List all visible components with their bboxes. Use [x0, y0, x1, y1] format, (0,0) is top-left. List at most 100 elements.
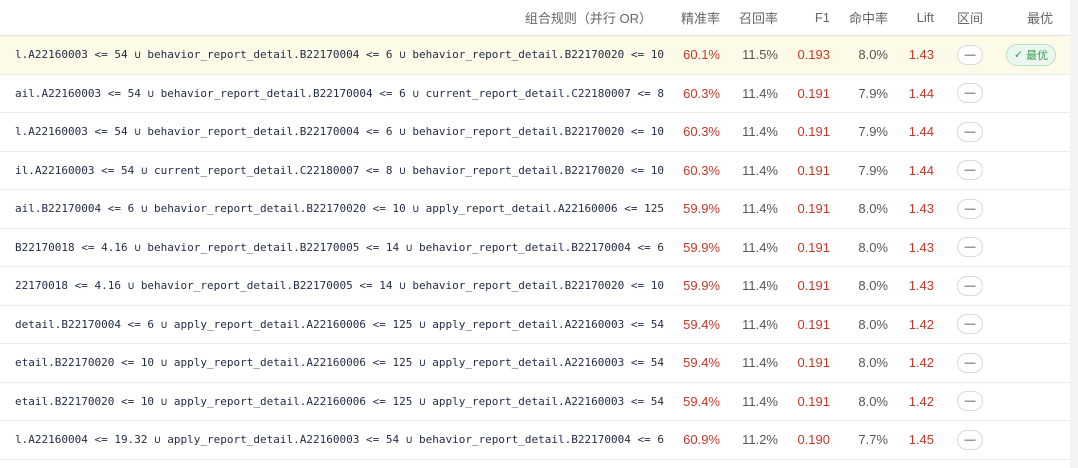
range-button[interactable]: —: [957, 391, 983, 412]
header-precision: 精准率: [680, 11, 720, 26]
table-row[interactable]: detail.B22170004 <= 6 ∪ apply_report_det…: [0, 306, 1078, 344]
table-row[interactable]: ail.A22160003 <= 54 ∪ behavior_report_de…: [0, 75, 1078, 113]
f1-cell: 0.191: [797, 316, 830, 332]
range-button[interactable]: —: [957, 83, 983, 104]
header-hit-rate: 命中率: [848, 11, 888, 26]
range-button[interactable]: —: [957, 160, 983, 181]
header-best: 最优: [1026, 11, 1053, 26]
table-row[interactable]: ail.B22170004 <= 6 ∪ behavior_report_det…: [0, 190, 1078, 229]
recall-cell: 11.4%: [742, 124, 778, 140]
best-badge: ✓ 最优: [1005, 43, 1057, 66]
best-cell: [996, 229, 1066, 267]
precision-cell: 59.9%: [683, 201, 720, 217]
rule-text: l.A22160004 <= 19.32 ∪ apply_report_deta…: [14, 433, 664, 447]
f1-cell: 0.191: [797, 162, 830, 178]
recall-cell: 11.2%: [742, 432, 778, 448]
range-cell: —: [950, 344, 990, 382]
precision-cell: 59.4%: [683, 316, 720, 332]
table-header: 组合规则（并行 OR） 精准率 召回率 F1 命中率 Lift 区间 最优: [0, 0, 1078, 36]
range-button[interactable]: —: [957, 44, 983, 65]
hit-rate-cell: 8.0%: [858, 239, 888, 255]
range-cell: —: [950, 383, 990, 421]
best-cell: [996, 190, 1066, 228]
table-body: l.A22160003 <= 54 ∪ behavior_report_deta…: [0, 36, 1078, 460]
rule-text: il.A22160003 <= 54 ∪ current_report_deta…: [14, 163, 664, 177]
lift-cell: 1.44: [908, 85, 934, 101]
table-row[interactable]: l.A22160003 <= 54 ∪ behavior_report_deta…: [0, 36, 1078, 75]
lift-cell: 1.42: [908, 393, 934, 409]
rule-text: l.A22160003 <= 54 ∪ behavior_report_deta…: [14, 48, 664, 62]
range-button[interactable]: —: [957, 237, 983, 258]
range-cell: —: [950, 421, 990, 459]
lift-cell: 1.43: [908, 278, 934, 294]
rules-table: 组合规则（并行 OR） 精准率 召回率 F1 命中率 Lift 区间 最优 l.…: [0, 0, 1078, 460]
best-cell: [996, 152, 1066, 190]
rule-cell: l.A22160003 <= 54 ∪ behavior_report_deta…: [0, 36, 664, 74]
best-cell: [996, 383, 1066, 421]
rule-text: B22170018 <= 4.16 ∪ behavior_report_deta…: [14, 240, 664, 254]
recall-cell: 11.4%: [742, 162, 778, 178]
rule-cell: etail.B22170020 <= 10 ∪ apply_report_det…: [0, 344, 664, 382]
hit-rate-cell: 8.0%: [858, 47, 888, 63]
precision-cell: 59.9%: [683, 239, 720, 255]
vertical-scrollbar[interactable]: [1070, 0, 1078, 468]
rule-cell: ail.B22170004 <= 6 ∪ behavior_report_det…: [0, 190, 664, 228]
hit-rate-cell: 7.7%: [858, 432, 888, 448]
precision-cell: 60.1%: [683, 47, 720, 63]
recall-cell: 11.4%: [742, 239, 778, 255]
rule-text: l.A22160003 <= 54 ∪ behavior_report_deta…: [14, 125, 664, 139]
precision-cell: 59.9%: [683, 278, 720, 294]
recall-cell: 11.4%: [742, 316, 778, 332]
table-row[interactable]: B22170018 <= 4.16 ∪ behavior_report_deta…: [0, 229, 1078, 267]
rule-cell: l.A22160004 <= 19.32 ∪ apply_report_deta…: [0, 421, 664, 459]
hit-rate-cell: 8.0%: [858, 316, 888, 332]
rule-text: detail.B22170004 <= 6 ∪ apply_report_det…: [14, 317, 664, 331]
precision-cell: 60.3%: [683, 85, 720, 101]
table-row[interactable]: 22170018 <= 4.16 ∪ behavior_report_detai…: [0, 267, 1078, 306]
range-cell: —: [950, 190, 990, 228]
f1-cell: 0.191: [797, 278, 830, 294]
range-cell: —: [950, 113, 990, 151]
range-button[interactable]: —: [957, 275, 983, 296]
f1-cell: 0.191: [797, 393, 830, 409]
best-cell: [996, 75, 1066, 113]
check-icon: ✓: [1013, 49, 1024, 62]
lift-cell: 1.42: [908, 316, 934, 332]
range-button[interactable]: —: [957, 429, 983, 450]
rule-text: 22170018 <= 4.16 ∪ behavior_report_detai…: [14, 279, 664, 293]
f1-cell: 0.190: [797, 432, 830, 448]
lift-cell: 1.43: [908, 47, 934, 63]
rule-cell: B22170018 <= 4.16 ∪ behavior_report_deta…: [0, 229, 664, 267]
lift-cell: 1.43: [908, 239, 934, 255]
lift-cell: 1.44: [908, 124, 934, 140]
range-button[interactable]: —: [957, 198, 983, 219]
best-cell: [996, 306, 1066, 344]
rule-cell: 22170018 <= 4.16 ∪ behavior_report_detai…: [0, 267, 664, 305]
range-button[interactable]: —: [957, 314, 983, 335]
header-f1: F1: [814, 10, 830, 25]
table-row[interactable]: l.A22160003 <= 54 ∪ behavior_report_deta…: [0, 113, 1078, 152]
hit-rate-cell: 8.0%: [858, 393, 888, 409]
precision-cell: 59.4%: [683, 355, 720, 371]
lift-cell: 1.44: [908, 162, 934, 178]
range-button[interactable]: —: [957, 121, 983, 142]
precision-cell: 59.4%: [683, 393, 720, 409]
table-row[interactable]: etail.B22170020 <= 10 ∪ apply_report_det…: [0, 383, 1078, 421]
table-row[interactable]: l.A22160004 <= 19.32 ∪ apply_report_deta…: [0, 421, 1078, 460]
range-cell: —: [950, 36, 990, 74]
best-cell: [996, 421, 1066, 459]
hit-rate-cell: 8.0%: [858, 201, 888, 217]
rule-cell: etail.B22170020 <= 10 ∪ apply_report_det…: [0, 383, 664, 421]
table-row[interactable]: etail.B22170020 <= 10 ∪ apply_report_det…: [0, 344, 1078, 383]
f1-cell: 0.191: [797, 355, 830, 371]
recall-cell: 11.4%: [742, 201, 778, 217]
f1-cell: 0.191: [797, 124, 830, 140]
rule-cell: il.A22160003 <= 54 ∪ current_report_deta…: [0, 152, 664, 190]
table-row[interactable]: il.A22160003 <= 54 ∪ current_report_deta…: [0, 152, 1078, 190]
lift-cell: 1.43: [908, 201, 934, 217]
rule-text: etail.B22170020 <= 10 ∪ apply_report_det…: [14, 394, 664, 408]
hit-rate-cell: 8.0%: [858, 355, 888, 371]
range-button[interactable]: —: [957, 352, 983, 373]
f1-cell: 0.191: [797, 201, 830, 217]
header-lift: Lift: [916, 10, 934, 25]
